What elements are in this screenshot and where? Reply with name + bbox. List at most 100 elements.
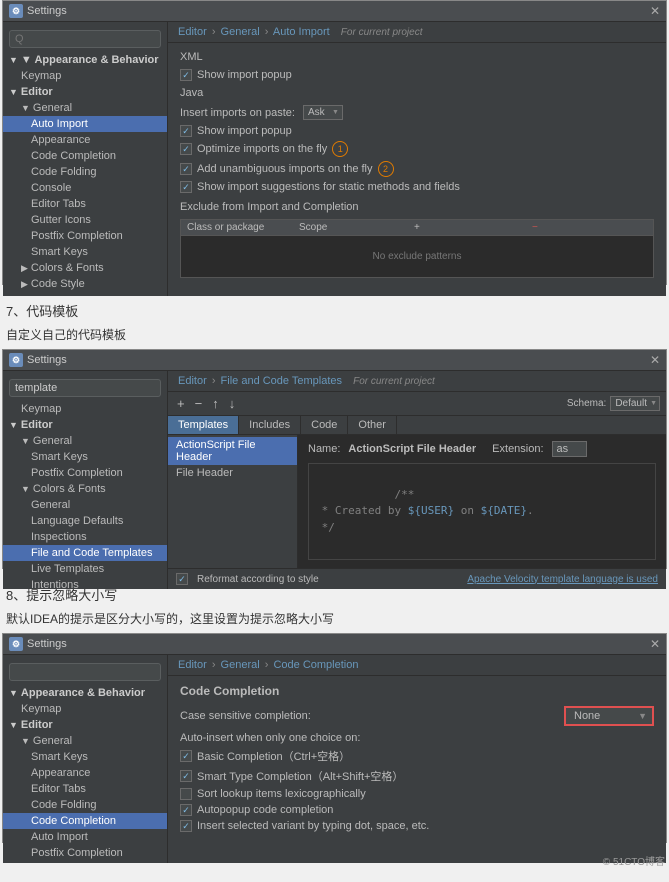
sidebar3-editor[interactable]: ▼Editor xyxy=(3,717,167,733)
show-suggestions-cb[interactable] xyxy=(180,181,192,193)
insert-variant-cb[interactable] xyxy=(180,820,192,832)
sidebar-item-keymap[interactable]: Keymap xyxy=(3,68,167,84)
sidebar-item-code-folding[interactable]: Code Folding xyxy=(3,164,167,180)
bc3-editor: Editor xyxy=(178,659,207,671)
cc-content: Code Completion Case sensitive completio… xyxy=(168,676,666,844)
sidebar2-smart-keys[interactable]: Smart Keys xyxy=(3,449,167,465)
sidebar3-appearance-behavior[interactable]: ▼Appearance & Behavior xyxy=(3,685,167,701)
badge-2: 2 xyxy=(378,161,394,177)
sidebar3-auto-import[interactable]: Auto Import xyxy=(3,829,167,845)
main-content-3: Editor › General › Code Completion Code … xyxy=(168,655,666,863)
sidebar2-live-templates[interactable]: Live Templates xyxy=(3,561,167,577)
sidebar2-inspections[interactable]: Inspections xyxy=(3,529,167,545)
sidebar2-colors-fonts[interactable]: ▼Colors & Fonts xyxy=(3,481,167,497)
sidebar-search-1[interactable] xyxy=(9,30,161,48)
velocity-link[interactable]: Apache Velocity template language is use… xyxy=(467,574,658,585)
sidebar-item-appearance-behavior[interactable]: ▼▼ Appearance & Behavior xyxy=(3,52,167,68)
exclude-table: Class or package Scope + − No exclude pa… xyxy=(180,219,654,278)
titlebar-2: ⚙ Settings ✕ xyxy=(3,350,666,371)
remove-pattern-button[interactable]: − xyxy=(529,222,647,233)
insert-imports-row: Insert imports on paste: Ask xyxy=(180,105,654,120)
sidebar3-editor-tabs[interactable]: Editor Tabs xyxy=(3,781,167,797)
add-template-button[interactable]: + xyxy=(174,395,188,412)
sidebar3-keymap[interactable]: Keymap xyxy=(3,701,167,717)
ft-file-list: ActionScript File Header File Header xyxy=(168,435,298,568)
sidebar-item-code-style[interactable]: ▶Code Style xyxy=(3,276,167,292)
sidebar-item-console[interactable]: Console xyxy=(3,180,167,196)
no-patterns-label: No exclude patterns xyxy=(181,236,653,277)
ft-name-value: ActionScript File Header xyxy=(348,443,476,455)
sidebar3-postfix[interactable]: Postfix Completion xyxy=(3,845,167,861)
move-up-button[interactable]: ↑ xyxy=(209,395,222,412)
sidebar2-lang-defaults[interactable]: Language Defaults xyxy=(3,513,167,529)
case-sensitive-row: Case sensitive completion: None xyxy=(180,706,654,726)
ft-list-item-as-header[interactable]: ActionScript File Header xyxy=(168,437,297,465)
sidebar2-file-code-templates[interactable]: File and Code Templates xyxy=(3,545,167,561)
tab-code[interactable]: Code xyxy=(301,416,348,434)
sidebar-item-colors-fonts[interactable]: ▶Colors & Fonts xyxy=(3,260,167,276)
sidebar-item-general[interactable]: ▼General xyxy=(3,100,167,116)
remove-template-button[interactable]: − xyxy=(192,395,206,412)
add-unambiguous-cb[interactable] xyxy=(180,163,192,175)
optimize-imports-row: Optimize imports on the fly 1 xyxy=(180,141,654,157)
schema-select[interactable]: Default xyxy=(610,396,660,411)
sidebar3-general[interactable]: ▼General xyxy=(3,733,167,749)
close-button-1[interactable]: ✕ xyxy=(650,4,660,18)
sidebar-item-postfix-completion[interactable]: Postfix Completion xyxy=(3,228,167,244)
ft-ext-label: Extension: xyxy=(492,443,543,455)
case-sensitive-select[interactable]: None xyxy=(564,706,654,726)
insert-variant-row: Insert selected variant by typing dot, s… xyxy=(180,820,654,832)
basic-completion-cb[interactable] xyxy=(180,750,192,762)
ft-code-editor[interactable]: /** * Created by ${USER} on ${DATE}. */ xyxy=(308,463,656,560)
sidebar-item-appearance[interactable]: Appearance xyxy=(3,132,167,148)
reformat-cb[interactable] xyxy=(176,573,188,585)
section2-desc: 自定义自己的代码模板 xyxy=(0,324,669,349)
sidebar-item-gutter-icons[interactable]: Gutter Icons xyxy=(3,212,167,228)
sidebar3-smart-keys[interactable]: Smart Keys xyxy=(3,749,167,765)
settings-window-2: ⚙ Settings ✕ Keymap ▼Editor ▼General Sma… xyxy=(2,349,667,569)
settings-icon-2: ⚙ xyxy=(9,353,23,367)
sidebar-item-editor[interactable]: ▼Editor xyxy=(3,84,167,100)
breadcrumb-general: General xyxy=(221,26,260,38)
autopopup-cb[interactable] xyxy=(180,804,192,816)
sidebar-item-code-completion[interactable]: Code Completion xyxy=(3,148,167,164)
tab-templates[interactable]: Templates xyxy=(168,416,239,434)
ft-ext-input[interactable] xyxy=(552,441,587,457)
tab-includes[interactable]: Includes xyxy=(239,416,301,434)
smart-type-row: Smart Type Completion（Alt+Shift+空格） xyxy=(180,768,654,784)
xml-show-import-cb[interactable] xyxy=(180,69,192,81)
sidebar2-keymap[interactable]: Keymap xyxy=(3,401,167,417)
sidebar2-editor[interactable]: ▼Editor xyxy=(3,417,167,433)
move-down-button[interactable]: ↓ xyxy=(226,395,239,412)
sidebar-item-editor-tabs[interactable]: Editor Tabs xyxy=(3,196,167,212)
main-content-1: Editor › General › Auto Import For curre… xyxy=(168,22,666,296)
sidebar3-appearance[interactable]: Appearance xyxy=(3,765,167,781)
java-show-import-cb[interactable] xyxy=(180,125,192,137)
sidebar2-general[interactable]: ▼General xyxy=(3,433,167,449)
smart-type-cb[interactable] xyxy=(180,770,192,782)
settings-window-1: ⚙ Settings ✕ ▼▼ Appearance & Behavior Ke… xyxy=(2,0,667,285)
sidebar-item-smart-keys[interactable]: Smart Keys xyxy=(3,244,167,260)
tab-other[interactable]: Other xyxy=(348,416,397,434)
sort-lookup-cb[interactable] xyxy=(180,788,192,800)
bc3-code-completion: Code Completion xyxy=(273,659,358,671)
exclude-section-title: Exclude from Import and Completion xyxy=(180,201,654,213)
ft-list-item-file-header[interactable]: File Header xyxy=(168,465,297,481)
sidebar3-code-folding[interactable]: Code Folding xyxy=(3,797,167,813)
bc2-file-templates: File and Code Templates xyxy=(221,375,342,387)
close-button-3[interactable]: ✕ xyxy=(650,637,660,651)
xml-show-import-row: Show import popup xyxy=(180,69,654,81)
add-pattern-button[interactable]: + xyxy=(411,222,529,233)
sidebar3-code-completion[interactable]: Code Completion xyxy=(3,813,167,829)
insert-imports-select[interactable]: Ask xyxy=(303,105,343,120)
sidebar-item-auto-import[interactable]: Auto Import xyxy=(3,116,167,132)
close-button-2[interactable]: ✕ xyxy=(650,353,660,367)
sidebar2-general2[interactable]: General xyxy=(3,497,167,513)
add-unambiguous-label: Add unambiguous imports on the fly xyxy=(197,163,373,175)
show-suggestions-row: Show import suggestions for static metho… xyxy=(180,181,654,193)
optimize-imports-cb[interactable] xyxy=(180,143,192,155)
sort-lookup-row: Sort lookup items lexicographically xyxy=(180,788,654,800)
sidebar-search-3[interactable] xyxy=(9,663,161,681)
sidebar2-postfix[interactable]: Postfix Completion xyxy=(3,465,167,481)
sidebar-search-2[interactable] xyxy=(9,379,161,397)
